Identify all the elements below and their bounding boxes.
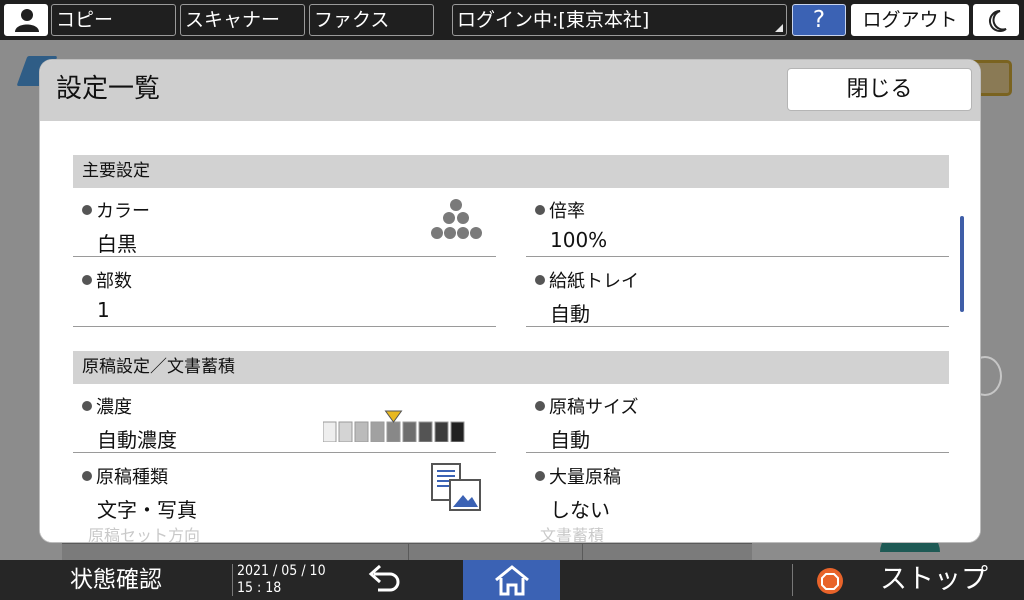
setting-label: カラー <box>96 201 150 222</box>
home-icon <box>495 565 529 596</box>
setting-value: 自動 <box>550 302 590 326</box>
setting-item-original-type: 原稿種類 文字・写真 <box>73 454 496 523</box>
setting-value: 1 <box>97 298 110 322</box>
bullet-icon <box>82 401 92 411</box>
section-header-main: 主要設定 <box>73 155 949 188</box>
stop-label: ストップ <box>880 564 988 595</box>
setting-label: 原稿サイズ <box>549 397 639 418</box>
stop-button[interactable]: ストップ <box>792 560 1024 600</box>
back-arrow-icon <box>368 564 400 592</box>
user-button[interactable] <box>4 4 48 36</box>
fax-tab[interactable]: ファクス <box>309 4 434 36</box>
setting-label: 給紙トレイ <box>549 271 639 292</box>
density-step <box>354 421 369 442</box>
setting-value: 自動 <box>550 428 590 452</box>
setting-item-density: 濃度 自動濃度 <box>73 384 496 453</box>
density-step <box>386 421 401 442</box>
close-button[interactable]: 閉じる <box>787 68 972 111</box>
background-tab-strip <box>62 543 752 562</box>
corner-triangle-icon <box>775 24 783 32</box>
status-check-button[interactable]: 状態確認 <box>0 560 232 600</box>
partial-item-label: 原稿セット方向 <box>88 526 201 542</box>
partial-item-label: 文書蓄積 <box>540 526 605 542</box>
toner-dots-icon <box>431 199 482 239</box>
bullet-icon <box>82 471 92 481</box>
dialog-body[interactable]: 主要設定 カラー 白黒 倍率 100% 部数 1 給紙トレイ 自動 原稿設定／文… <box>40 121 980 542</box>
bullet-icon <box>535 205 545 215</box>
bullet-icon <box>82 275 92 285</box>
density-step <box>418 421 433 442</box>
setting-label: 部数 <box>96 271 132 292</box>
setting-label: 濃度 <box>96 397 132 418</box>
setting-value: 自動濃度 <box>97 428 177 452</box>
density-step <box>450 421 465 442</box>
density-step <box>402 421 417 442</box>
density-marker-icon <box>384 410 403 423</box>
setting-value: しない <box>550 498 610 522</box>
logout-button[interactable]: ログアウト <box>851 4 969 36</box>
bullet-icon <box>535 471 545 481</box>
density-step <box>434 421 449 442</box>
setting-label: 倍率 <box>549 201 585 222</box>
setting-value: 白黒 <box>97 232 137 256</box>
copy-tab[interactable]: コピー <box>51 4 176 36</box>
home-button[interactable] <box>463 560 560 600</box>
setting-value: 文字・写真 <box>97 498 197 522</box>
density-scale-icon <box>323 410 465 442</box>
help-button[interactable]: ? <box>792 4 846 36</box>
bullet-icon <box>82 205 92 215</box>
section-header-original: 原稿設定／文書蓄積 <box>73 351 949 384</box>
login-status[interactable]: ログイン中:[東京本社] <box>452 4 787 36</box>
setting-item-paper-tray: 給紙トレイ 自動 <box>526 258 949 327</box>
setting-item-bulk-original: 大量原稿 しない <box>526 454 949 523</box>
time-text: 15 : 18 <box>237 580 282 596</box>
density-step <box>338 421 353 442</box>
setting-value: 100% <box>550 228 608 252</box>
setting-item-magnification: 倍率 100% <box>526 188 949 257</box>
moon-icon <box>989 10 1007 32</box>
date-text: 2021 / 05 / 10 <box>237 563 326 579</box>
dialog-header: 設定一覧 閉じる <box>40 60 980 121</box>
settings-list-dialog: 設定一覧 閉じる 主要設定 カラー 白黒 倍率 100% 部数 1 給紙トレイ … <box>40 60 980 542</box>
density-step <box>370 421 385 442</box>
top-bar: コピー スキャナー ファクス ログイン中:[東京本社] ? ログアウト <box>0 0 1024 40</box>
scanner-tab[interactable]: スキャナー <box>180 4 305 36</box>
back-button[interactable] <box>360 560 410 600</box>
bottom-bar: 状態確認 2021 / 05 / 10 15 : 18 ストップ <box>0 560 1024 600</box>
setting-label: 大量原稿 <box>549 467 621 488</box>
setting-item-copies: 部数 1 <box>73 258 496 327</box>
setting-item-original-size: 原稿サイズ 自動 <box>526 384 949 453</box>
date-time: 2021 / 05 / 10 15 : 18 <box>237 563 326 597</box>
energy-saver-button[interactable] <box>973 4 1019 36</box>
user-icon <box>15 9 39 32</box>
stop-icon <box>817 568 843 594</box>
density-step <box>323 421 337 442</box>
login-status-label: ログイン中:[東京本社] <box>457 9 650 31</box>
text-photo-icon <box>431 463 481 511</box>
setting-item-color: カラー 白黒 <box>73 188 496 257</box>
scrollbar-thumb[interactable] <box>960 216 964 312</box>
bullet-icon <box>535 401 545 411</box>
bullet-icon <box>535 275 545 285</box>
dialog-title: 設定一覧 <box>56 74 161 104</box>
setting-label: 原稿種類 <box>96 467 168 488</box>
